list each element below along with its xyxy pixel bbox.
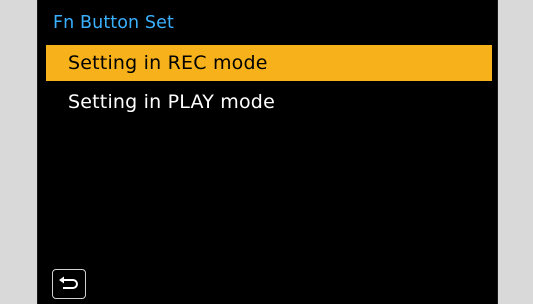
camera-menu-screen: Fn Button Set Setting in REC mode Settin… — [37, 0, 498, 304]
return-arrow-icon — [59, 276, 78, 289]
menu-item-play-mode[interactable]: Setting in PLAY mode — [46, 84, 492, 120]
menu-item-rec-mode[interactable]: Setting in REC mode — [46, 45, 492, 81]
back-button[interactable] — [52, 269, 86, 299]
menu-title: Fn Button Set — [53, 13, 174, 33]
